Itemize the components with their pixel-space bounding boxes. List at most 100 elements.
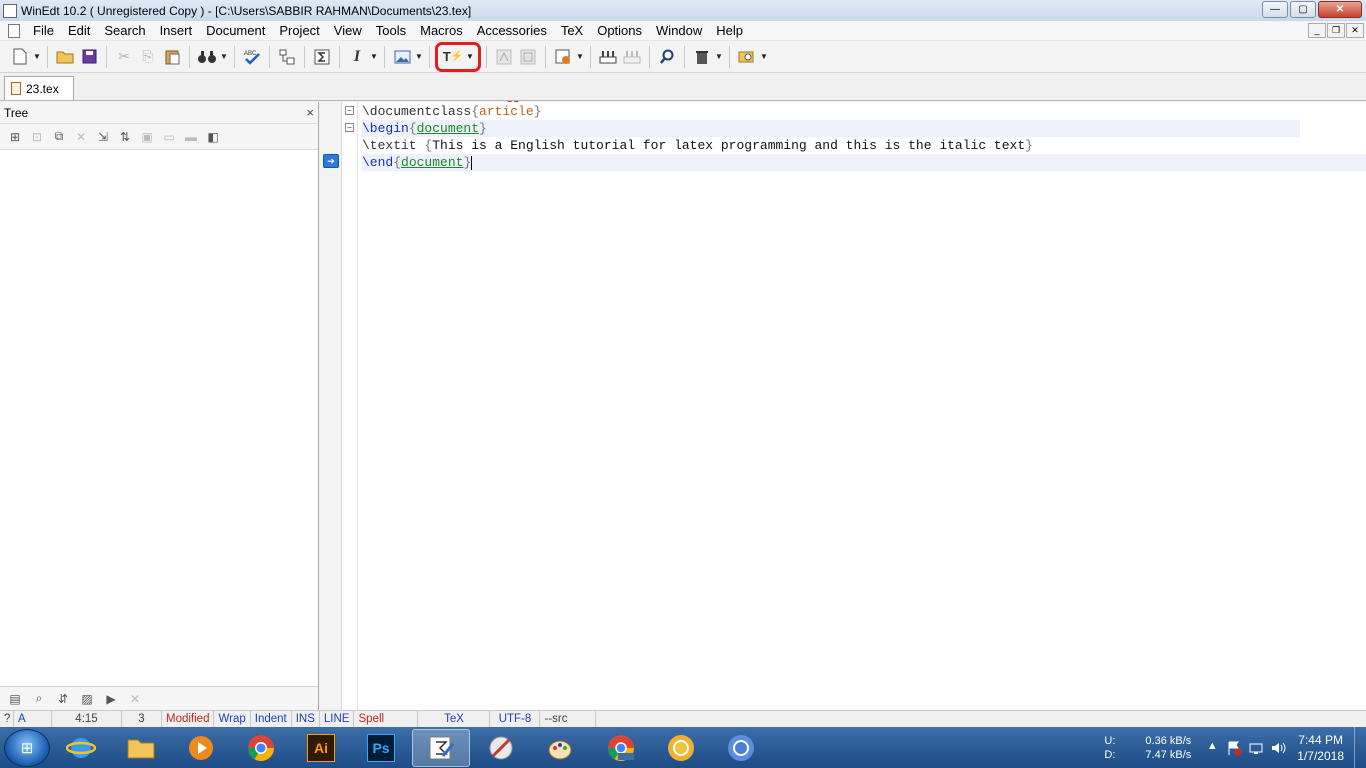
compile-dropdown-chevron-icon[interactable]: ▼ <box>575 45 585 69</box>
status-line[interactable]: LINE <box>320 710 355 728</box>
chrome-beta-icon[interactable] <box>592 729 650 767</box>
status-indent[interactable]: Indent <box>251 710 292 728</box>
chromium-icon[interactable] <box>712 729 770 767</box>
tree-close-icon[interactable]: × <box>306 105 314 120</box>
menu-view[interactable]: View <box>327 21 369 41</box>
tree-open-icon[interactable]: ▭ <box>158 127 180 147</box>
status-encoding[interactable]: UTF-8 <box>490 710 541 728</box>
tree-sort-icon[interactable]: ⇵ <box>52 689 74 709</box>
tree-add-child-icon[interactable]: ⊡ <box>26 127 48 147</box>
maximize-button[interactable]: ▢ <box>1290 1 1316 18</box>
menu-search[interactable]: Search <box>97 21 152 41</box>
pdf-icon[interactable] <box>492 45 516 69</box>
texify-icon[interactable]: T ⚡ <box>441 45 465 69</box>
winedt-taskbar-icon[interactable] <box>412 728 470 767</box>
status-wrap[interactable]: Wrap <box>214 710 251 728</box>
tree-search-icon[interactable]: ⌕ <box>28 689 50 709</box>
texify-dropdown-chevron-icon[interactable]: ▼ <box>465 45 475 69</box>
status-position[interactable]: 4:15 <box>52 710 122 728</box>
mdi-restore-button[interactable]: ❐ <box>1327 23 1345 38</box>
winedt-app-icon[interactable] <box>3 3 17 18</box>
menu-tools[interactable]: Tools <box>369 21 413 41</box>
italic-dropdown-chevron-icon[interactable]: ▼ <box>369 45 379 69</box>
paint-tools-icon[interactable] <box>472 729 530 767</box>
tree-add-icon[interactable]: ⊞ <box>4 127 26 147</box>
tree-import-icon[interactable]: ⇲ <box>92 127 114 147</box>
settings-icon[interactable] <box>735 45 759 69</box>
internet-explorer-icon[interactable] <box>52 729 110 767</box>
tree-structure-icon[interactable] <box>275 45 299 69</box>
document-icon[interactable] <box>8 23 20 38</box>
paint-icon[interactable] <box>532 729 590 767</box>
status-modified[interactable]: Modified <box>162 710 215 728</box>
menu-help[interactable]: Help <box>709 21 750 41</box>
code-line[interactable]: \documentclass{article} <box>362 103 1366 120</box>
paste-icon[interactable] <box>160 45 184 69</box>
latex-tools-icon[interactable] <box>620 45 644 69</box>
tree-image-icon[interactable]: ▨ <box>76 689 98 709</box>
network-icon[interactable] <box>1248 740 1264 756</box>
chrome-icon[interactable] <box>232 729 290 767</box>
menu-macros[interactable]: Macros <box>413 21 470 41</box>
show-desktop-button[interactable] <box>1354 727 1366 768</box>
chrome-canary-icon[interactable] <box>652 729 710 767</box>
action-center-flag-icon[interactable] <box>1226 740 1242 756</box>
media-player-icon[interactable] <box>172 729 230 767</box>
tray-expand-icon[interactable]: ▲ <box>1204 740 1220 756</box>
spell-check-icon[interactable]: ABC <box>240 45 264 69</box>
save-icon[interactable] <box>77 45 101 69</box>
tree-copy-icon[interactable]: ⧉ <box>48 127 70 147</box>
file-explorer-icon[interactable] <box>112 729 170 767</box>
code-area[interactable]: \documentclass{article} \begin{document}… <box>362 103 1366 171</box>
open-folder-icon[interactable] <box>53 45 77 69</box>
trash-dropdown-chevron-icon[interactable]: ▼ <box>714 45 724 69</box>
menu-accessories[interactable]: Accessories <box>470 21 554 41</box>
menu-document[interactable]: Document <box>199 21 272 41</box>
close-button[interactable]: ✕ <box>1318 1 1362 18</box>
start-button[interactable]: ⊞ <box>4 728 50 767</box>
mdi-close-button[interactable]: ✕ <box>1346 23 1364 38</box>
sum-insert-icon[interactable] <box>310 45 334 69</box>
menu-options[interactable]: Options <box>590 21 649 41</box>
system-clock[interactable]: 7:44 PM 1/7/2018 <box>1297 732 1344 764</box>
menu-project[interactable]: Project <box>272 21 326 41</box>
tab-23-tex[interactable]: 23.tex <box>4 76 74 100</box>
status-spell[interactable]: Spell <box>354 710 419 728</box>
tree-options-icon[interactable]: ◧ <box>202 127 224 147</box>
code-line-current[interactable]: \end{document} <box>362 154 1366 171</box>
fold-collapse-icon[interactable]: − <box>345 123 354 132</box>
tree-folder-icon[interactable]: ▬ <box>180 127 202 147</box>
copy-icon[interactable]: ⎘ <box>136 45 160 69</box>
image-insert-icon[interactable] <box>390 45 414 69</box>
menu-tex[interactable]: TeX <box>554 21 590 41</box>
tree-collapse-icon[interactable]: ▣ <box>136 127 158 147</box>
status-help[interactable]: ? <box>0 710 14 728</box>
menu-insert[interactable]: Insert <box>153 21 200 41</box>
tree-bottom-close-icon[interactable]: ✕ <box>124 689 146 709</box>
tree-list-icon[interactable]: ▤ <box>4 689 26 709</box>
find-dropdown-chevron-icon[interactable]: ▼ <box>219 45 229 69</box>
mdi-minimize-button[interactable]: _ <box>1308 23 1326 38</box>
new-dropdown-chevron-icon[interactable]: ▼ <box>32 45 42 69</box>
tree-delete-icon[interactable]: ✕ <box>70 127 92 147</box>
tree-refresh-icon[interactable]: ⇅ <box>114 127 136 147</box>
image-dropdown-chevron-icon[interactable]: ▼ <box>414 45 424 69</box>
status-src[interactable]: --src <box>540 710 597 728</box>
volume-icon[interactable] <box>1270 740 1286 756</box>
editor-pane[interactable]: ➔ − − \documentclass{article} \begin{doc… <box>320 102 1366 710</box>
status-lines[interactable]: 3 <box>122 710 162 728</box>
menu-file[interactable]: File <box>26 21 61 41</box>
menu-window[interactable]: Window <box>649 21 709 41</box>
italic-icon[interactable]: I <box>345 45 369 69</box>
status-ins[interactable]: INS <box>292 710 320 728</box>
find-binoculars-icon[interactable] <box>195 45 219 69</box>
status-mode[interactable]: A <box>14 710 52 728</box>
code-line[interactable]: \begin{document} <box>362 120 1300 137</box>
trash-icon[interactable] <box>690 45 714 69</box>
photoshop-icon[interactable]: Ps <box>352 729 410 767</box>
menu-edit[interactable]: Edit <box>61 21 97 41</box>
compile-options-icon[interactable] <box>551 45 575 69</box>
tree-export-icon[interactable]: ▶ <box>100 689 122 709</box>
minimize-button[interactable]: — <box>1262 1 1288 18</box>
fold-collapse-icon[interactable]: − <box>345 106 354 115</box>
